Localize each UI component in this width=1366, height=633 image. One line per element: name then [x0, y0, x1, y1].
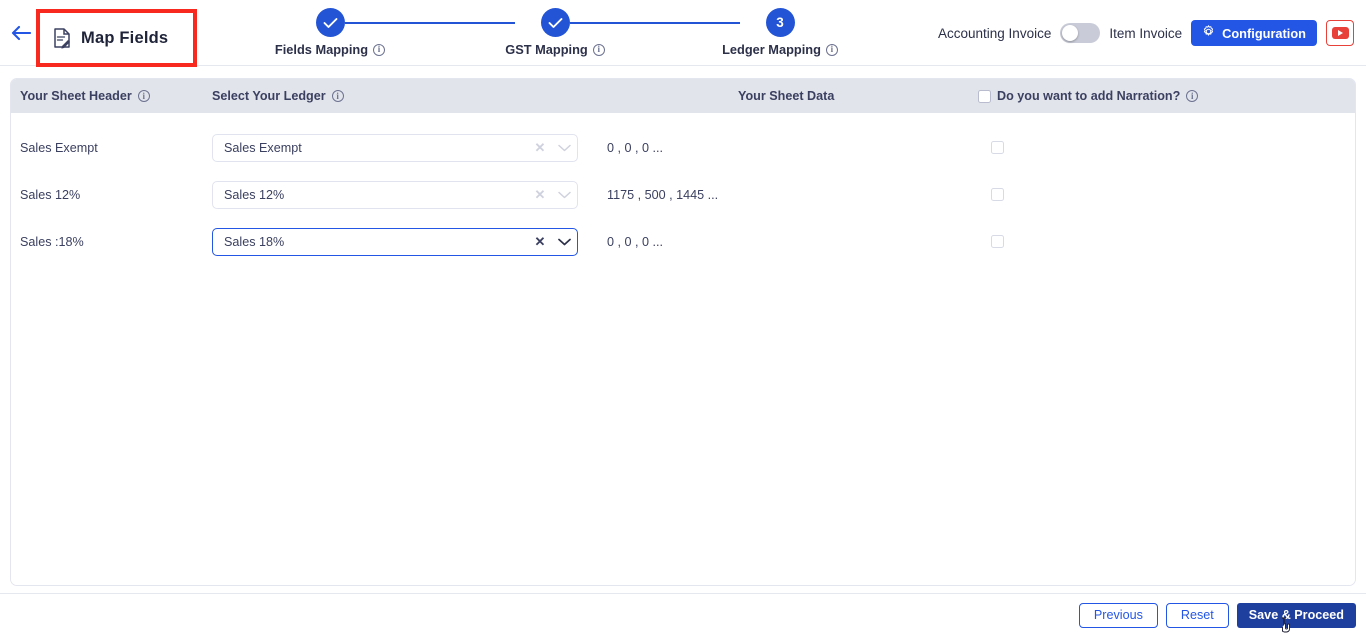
- page-title: Map Fields: [81, 28, 169, 47]
- gear-icon: [1202, 25, 1215, 41]
- item-invoice-label: Item Invoice: [1109, 25, 1183, 41]
- table-row: Sales Exempt Sales Exempt ✕ 0 , 0 , 0 ..…: [11, 124, 1355, 171]
- column-label: Select Your Ledger: [212, 89, 326, 103]
- footer-actions: Previous Reset Save & Proceed: [1078, 602, 1356, 628]
- ledger-select-value: Sales 12%: [224, 187, 285, 202]
- ledger-select-value: Sales 18%: [224, 234, 285, 249]
- column-header-select-ledger: Select Your Ledger i: [212, 89, 344, 103]
- footer-divider: [0, 593, 1366, 594]
- info-icon[interactable]: i: [825, 43, 838, 56]
- column-header-narration: Do you want to add Narration? i: [978, 89, 1199, 103]
- configuration-label: Configuration: [1222, 25, 1306, 41]
- top-bar: Map Fields Fields Mapping i GST Mapping …: [0, 0, 1366, 67]
- narration-checkbox[interactable]: [991, 188, 1004, 201]
- row-sheet-data: 0 , 0 , 0 ...: [607, 140, 664, 155]
- row-sheet-header: Sales :18%: [20, 234, 84, 249]
- page-title-highlight: Map Fields: [36, 9, 197, 67]
- narration-checkbox[interactable]: [991, 235, 1004, 248]
- ledger-select[interactable]: Sales 12% ✕: [212, 180, 578, 209]
- step-gst-mapping[interactable]: GST Mapping i: [475, 8, 635, 57]
- youtube-help-button[interactable]: [1326, 20, 1354, 46]
- step-3-circle[interactable]: 3: [765, 8, 795, 37]
- table-row: Sales 12% Sales 12% ✕ 1175 , 500 , 1445 …: [11, 171, 1355, 218]
- row-sheet-header: Sales 12%: [20, 187, 81, 202]
- youtube-icon: [1331, 27, 1349, 39]
- info-icon[interactable]: i: [331, 90, 344, 102]
- top-right-controls: Accounting Invoice Item Invoice Configur…: [938, 18, 1354, 48]
- row-sheet-header: Sales Exempt: [20, 140, 98, 155]
- row-sheet-data: 0 , 0 , 0 ...: [607, 234, 664, 249]
- step-3-label: Ledger Mapping: [722, 42, 821, 57]
- ledger-select[interactable]: Sales 18% ✕: [212, 227, 578, 256]
- step-2-circle[interactable]: [540, 8, 570, 37]
- previous-button[interactable]: Previous: [1078, 602, 1158, 628]
- back-arrow-icon[interactable]: [10, 22, 32, 44]
- accounting-invoice-label: Accounting Invoice: [938, 25, 1052, 41]
- info-icon[interactable]: i: [137, 90, 150, 102]
- ledger-select[interactable]: Sales Exempt ✕: [212, 133, 578, 162]
- check-icon: [548, 17, 562, 28]
- stepper: Fields Mapping i GST Mapping i 3 Ledger …: [255, 8, 855, 64]
- chevron-down-icon[interactable]: [551, 238, 577, 246]
- info-icon[interactable]: i: [1186, 90, 1199, 102]
- step-1-circle[interactable]: [315, 8, 345, 37]
- narration-select-all-checkbox[interactable]: [978, 89, 991, 103]
- column-label: Do you want to add Narration?: [997, 89, 1181, 103]
- step-ledger-mapping[interactable]: 3 Ledger Mapping i: [700, 8, 860, 57]
- info-icon[interactable]: i: [592, 43, 605, 56]
- invoice-type-toggle[interactable]: [1060, 23, 1101, 43]
- map-fields-page: Map Fields Fields Mapping i GST Mapping …: [0, 0, 1366, 633]
- step-fields-mapping[interactable]: Fields Mapping i: [250, 8, 410, 57]
- table-row: Sales :18% Sales 18% ✕ 0 , 0 , 0 ...: [11, 218, 1355, 265]
- clear-x-icon[interactable]: ✕: [529, 234, 551, 250]
- clear-x-icon[interactable]: ✕: [529, 187, 551, 203]
- check-icon: [323, 17, 337, 28]
- configuration-button[interactable]: Configuration: [1191, 20, 1317, 46]
- column-label: Your Sheet Header: [20, 89, 132, 103]
- chevron-down-icon[interactable]: [551, 144, 577, 152]
- document-edit-icon: [52, 27, 72, 49]
- info-icon[interactable]: i: [373, 43, 386, 56]
- narration-checkbox[interactable]: [991, 141, 1004, 154]
- column-header-sheet-data: Your Sheet Data: [738, 89, 834, 103]
- column-label: Your Sheet Data: [738, 89, 835, 103]
- step-2-label: GST Mapping: [505, 42, 588, 57]
- ledger-select-value: Sales Exempt: [224, 140, 302, 155]
- chevron-down-icon[interactable]: [551, 191, 577, 199]
- reset-button[interactable]: Reset: [1165, 602, 1229, 628]
- step-1-label: Fields Mapping: [274, 42, 369, 57]
- row-sheet-data: 1175 , 500 , 1445 ...: [607, 187, 719, 202]
- save-and-proceed-button[interactable]: Save & Proceed: [1236, 602, 1356, 628]
- mapping-table-panel: Your Sheet Header i Select Your Ledger i…: [10, 78, 1356, 586]
- clear-x-icon[interactable]: ✕: [529, 140, 551, 156]
- table-header-row: Your Sheet Header i Select Your Ledger i…: [11, 79, 1355, 113]
- table-body: Sales Exempt Sales Exempt ✕ 0 , 0 , 0 ..…: [11, 113, 1355, 585]
- column-header-sheet-header: Your Sheet Header i: [20, 89, 150, 103]
- toggle-knob: [1062, 25, 1079, 41]
